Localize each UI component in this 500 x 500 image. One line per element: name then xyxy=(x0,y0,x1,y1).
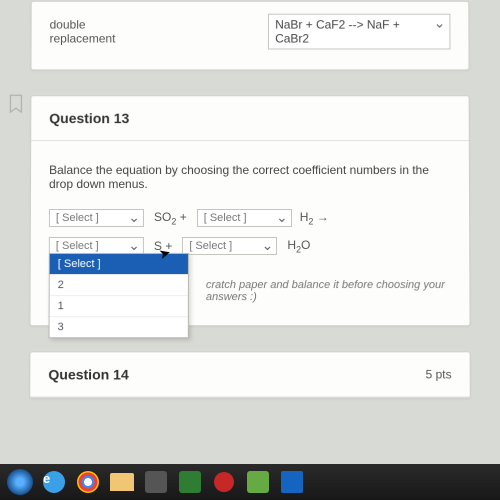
folder-icon[interactable] xyxy=(108,468,136,496)
app-icon-red[interactable] xyxy=(210,468,238,496)
question-13-title: Question 13 xyxy=(49,110,129,126)
q12-equation-select[interactable]: NaBr + CaF2 --> NaF + CaBr2 xyxy=(268,14,450,50)
chrome-icon[interactable] xyxy=(74,468,102,496)
app-icon-2[interactable] xyxy=(244,468,272,496)
bookmark-flag-icon[interactable] xyxy=(8,94,24,114)
question-14-pts: 5 pts xyxy=(425,367,451,381)
coef-select-1[interactable]: [ Select ] xyxy=(49,209,144,227)
chem-h2: H2 → xyxy=(300,210,329,226)
question-14-title: Question 14 xyxy=(48,366,128,382)
question-13-header: Question 13 xyxy=(31,96,469,141)
dropdown-option-2[interactable]: 2 xyxy=(50,275,188,296)
app-icon-blue[interactable] xyxy=(278,468,306,496)
start-button[interactable] xyxy=(6,468,34,496)
question-13-instruction: Balance the equation by choosing the cor… xyxy=(49,163,451,191)
coef-select-4[interactable]: [ Select ] xyxy=(182,237,277,255)
dropdown-option-3[interactable]: 3 xyxy=(50,317,188,337)
question-14-block: Question 14 5 pts xyxy=(29,351,471,398)
dropdown-option-1[interactable]: 1 xyxy=(50,296,188,317)
question-14-header: Question 14 5 pts xyxy=(30,352,470,397)
chem-so2: SO2 + xyxy=(154,210,187,226)
coef-dropdown-open[interactable]: [ Select ] 2 1 3 xyxy=(49,253,189,338)
windows-taskbar[interactable]: e xyxy=(0,464,500,500)
app-icon-1[interactable] xyxy=(142,468,170,496)
question-13-block: Question 13 Balance the equation by choo… xyxy=(30,95,471,326)
question-12-partial: double replacement NaBr + CaF2 --> NaF +… xyxy=(30,1,469,71)
coef-select-2[interactable]: [ Select ] xyxy=(197,209,292,227)
ie-icon[interactable]: e xyxy=(40,468,68,496)
question-13-hint: cratch paper and balance it before choos… xyxy=(206,279,469,303)
chem-h2o: H2O xyxy=(287,238,310,254)
answer-type-label: double replacement xyxy=(50,18,149,46)
equation-row-1: [ Select ] SO2 + [ Select ] H2 → xyxy=(49,209,451,227)
app-icon-green[interactable] xyxy=(176,468,204,496)
